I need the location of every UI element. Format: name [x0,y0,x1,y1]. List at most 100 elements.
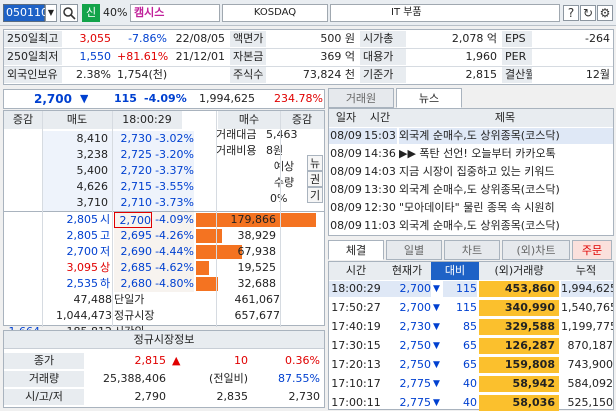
news-time[interactable]: 15:03 [363,128,397,144]
ask-qty: 4,626 [42,179,112,195]
side-tab-1[interactable]: 권 [307,171,323,187]
tick-change: 115 [456,301,477,314]
info-d-2 [170,67,228,83]
bid-price[interactable]: 2,695 [114,228,152,244]
bid-qty: 67,938 [237,245,277,258]
ask-rate: -3.73% [152,195,194,211]
single-price-label: 단일가 [114,293,145,306]
bid-price[interactable]: 2,685 [114,260,152,276]
volume-ratio: 234.78% [274,92,323,105]
tick-time: 17:50:27 [331,301,381,314]
tick-volume: 159,808 [479,357,559,373]
quote-bar: 2,700 ▼ 115 -4.09% 1,994,625 234.78% [3,89,325,109]
tab-news[interactable]: 뉴스 [396,88,462,108]
ask-price[interactable]: 2,720 [112,163,152,179]
expect-rate: 0% [270,192,288,205]
news-date[interactable]: 08/09 [329,218,363,234]
news-time[interactable]: 11:03 [363,218,397,234]
ask-price[interactable]: 2,725 [112,147,152,163]
tab-chart[interactable]: 차트 [444,240,500,260]
news-date[interactable]: 08/09 [329,146,363,162]
ask-rate: -3.02% [152,131,194,147]
news-title[interactable]: 외국계 순매수,도 상위종목(코스닥) [399,128,613,144]
stock-code-input[interactable]: 050110 [3,4,48,22]
news-title[interactable]: 외국계 순매수,도 상위종목(코스닥) [399,218,613,234]
tick-price: 2,775 [399,377,432,390]
regular-market-title: 정규시장정보 [4,331,324,349]
news-date[interactable]: 08/09 [329,128,363,144]
bid-ref-value: 2,805 [66,229,99,242]
news-date[interactable]: 08/09 [329,164,363,180]
tick-time: 17:10:17 [331,377,381,390]
col-divider [280,111,281,327]
news-time[interactable]: 14:03 [363,164,397,180]
news-time[interactable]: 13:30 [363,182,397,198]
bid-price[interactable]: 2,690 [114,244,152,260]
tick-price: 2,750 [399,358,432,371]
info-l3-1: 대용가 [360,49,406,65]
tick-volume: 58,942 [479,376,559,392]
settings-icon[interactable]: ⚙ [597,5,613,21]
bid-ref-value: 2,535 [66,277,99,290]
trade-cost-label: 거래비용 [216,144,257,157]
ask-rate: -3.55% [152,179,194,195]
news-date[interactable]: 08/09 [329,182,363,198]
side-tab-2[interactable]: 기 [307,187,323,203]
toolbar: 050110 ▼ 신 40% 캠시스 KOSDAQ IT 부품 ? ↻ ⚙ [0,0,616,26]
info-v4-0: 2,078 억 [451,32,497,45]
news-title[interactable]: ▶▶ 폭탄 선언! 오늘부터 카카오톡 [399,146,613,162]
refresh-icon[interactable]: ↻ [580,5,596,21]
info-v4-1: 1,960 [465,50,498,63]
tick-time: 17:30:15 [331,339,381,352]
bid-price[interactable]: 2,680 [114,276,152,292]
info-v2-0: -7.86% [128,32,167,45]
ticks-table: 시간 현재가 대비 (외)거래량 누적 18:00:29 2,700 ▼ 115 453,860 1… [328,261,614,411]
regular-value: 2,815 [134,354,167,367]
news-time[interactable]: 14:36 [363,146,397,162]
tick-cumulative: 1,540,765 [561,301,613,314]
ticks-panel: 체결 일별 차트 (외)차트 주문 시간 현재가 대비 (외)거래량 누적 18:00:29 2,7… [328,240,614,411]
ask-price[interactable]: 2,715 [112,179,152,195]
tab-order[interactable]: 주문 [572,240,612,260]
help-icon[interactable]: ? [563,5,579,21]
tab-foreign-chart[interactable]: (외)차트 [502,240,570,260]
news-time[interactable]: 12:30 [363,200,397,216]
info-v3-0: 500 원 [320,32,355,45]
news-list: 일자 시간 제목 08/09 15:03 외국계 순매수,도 상위종목(코스닥) 08/09… [328,108,614,236]
col-divider [112,111,113,327]
order-book: 증감 매도 18:00:29 매수 증감 8,410 2,730 -3.02% 3,238 2,7… [3,110,325,338]
ask-price[interactable]: 2,730 [112,131,152,147]
ticks-header-0: 시간 [329,262,383,280]
tick-time: 18:00:29 [329,281,383,297]
expect-label: 예상 [273,160,295,173]
ask-price[interactable]: 2,710 [112,195,152,211]
info-v1-0: 3,055 [79,32,112,45]
info-l4-2: 결산월 [502,67,532,83]
news-title[interactable]: "모아데이타" 물린 종목 속 시원히 [399,200,613,216]
tab-broker[interactable]: 거래원 [328,88,394,108]
search-icon[interactable] [60,4,78,22]
bid-rate: -4.62% [152,260,194,276]
regular-value: 25,388,406 [103,372,166,385]
dropdown-icon[interactable]: ▼ [45,4,57,22]
regular-market-panel: 정규시장정보 종가 2,815 ▲ 10 0.36% 거래량 25,388,406 (전일비)… [3,330,325,408]
trade-amount: 5,463 [266,128,298,141]
regular-label: 시/고/저 [4,389,84,405]
news-title[interactable]: 외국계 순매수,도 상위종목(코스닥) [399,182,613,198]
tick-time: 17:40:19 [331,320,381,333]
info-v1-1: 1,550 [79,50,112,63]
news-title[interactable]: 지금 시장이 집중하고 있는 키워드 [399,164,613,180]
tick-cumulative: 870,187 [567,339,614,352]
bid-price[interactable]: 2,700 [114,212,152,228]
tab-ticks[interactable]: 체결 [328,240,384,260]
news-date[interactable]: 08/09 [329,200,363,216]
tick-change: 115 [443,281,477,297]
side-tab-0[interactable]: 뉴 [307,155,323,171]
tick-change: 65 [463,358,477,371]
bid-rate: -4.26% [152,228,194,244]
tab-daily[interactable]: 일별 [386,240,442,260]
sector-label: IT 부품 [330,4,560,22]
info-d-1: 21/12/01 [175,50,225,63]
ticks-header-1: 현재가 [383,262,431,280]
bid-rate: -4.44% [152,244,194,260]
